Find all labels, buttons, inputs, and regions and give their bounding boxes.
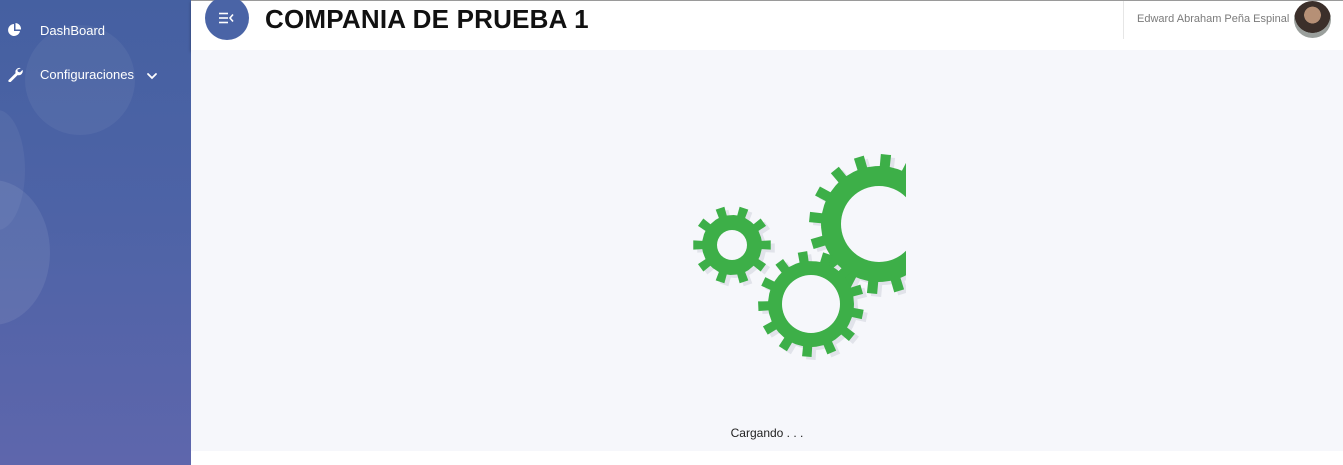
gear-hole bbox=[782, 275, 840, 333]
avatar[interactable] bbox=[1294, 1, 1331, 38]
page-title: COMPANIA DE PRUEBA 1 bbox=[265, 4, 589, 34]
loading-text: Cargando . . . bbox=[730, 426, 804, 440]
menu-collapse-icon bbox=[219, 12, 234, 24]
sidebar-item-configuraciones[interactable]: Configuraciones bbox=[0, 59, 191, 89]
sidebar-toggle-button[interactable] bbox=[205, 0, 249, 40]
loading-gears-icon bbox=[693, 154, 906, 360]
user-menu[interactable]: Edward Abraham Peña Espinal bbox=[1123, 1, 1343, 39]
sidebar-item-dashboard[interactable]: DashBoard bbox=[0, 15, 191, 45]
footer bbox=[191, 451, 1343, 465]
pie-chart-icon bbox=[7, 22, 23, 38]
top-bar: COMPANIA DE PRUEBA 1 Edward Abraham Peña… bbox=[191, 0, 1343, 50]
user-name: Edward Abraham Peña Espinal bbox=[1137, 13, 1290, 25]
sidebar-item-label: Configuraciones bbox=[40, 67, 134, 82]
gear-hole bbox=[717, 230, 747, 260]
sidebar-item-label: DashBoard bbox=[40, 23, 106, 38]
sidebar: DashBoard Configuraciones bbox=[0, 0, 191, 465]
wrench-icon bbox=[7, 66, 23, 83]
chevron-down-icon bbox=[146, 69, 158, 80]
main-content: Cargando . . . bbox=[191, 50, 1343, 451]
